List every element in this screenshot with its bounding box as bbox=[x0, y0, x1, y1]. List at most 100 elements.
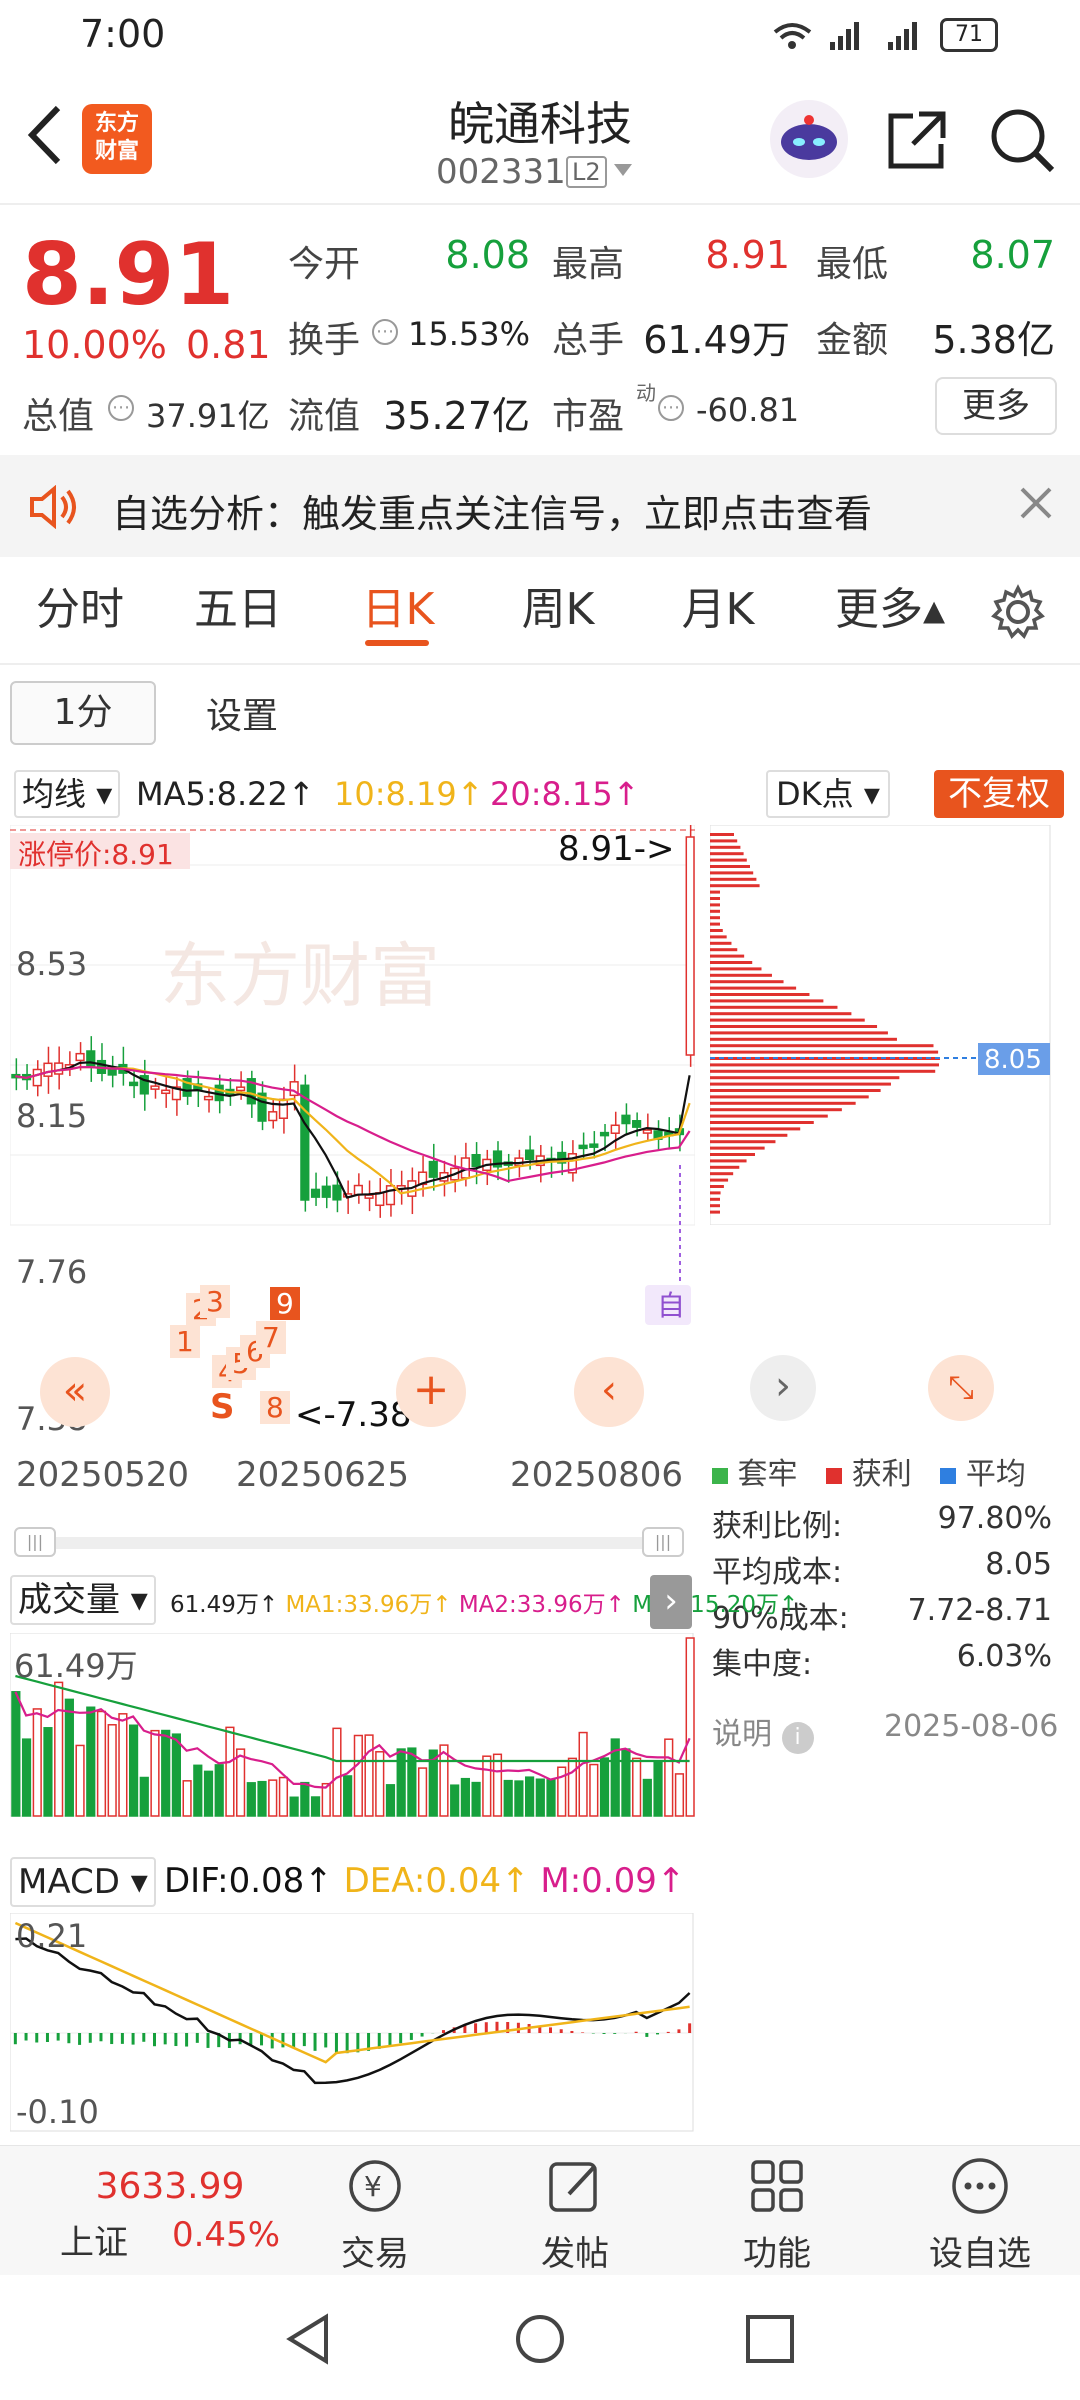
system-recents-icon[interactable] bbox=[744, 2313, 796, 2369]
volume-bar bbox=[364, 1734, 374, 1817]
legend-profit: 获利 bbox=[851, 1457, 912, 1492]
legend-swatch-average bbox=[940, 1468, 957, 1484]
settings-button[interactable]: 设置 bbox=[206, 687, 278, 739]
volume-bar bbox=[632, 1757, 642, 1817]
chip-row-value: 8.05 bbox=[985, 1547, 1052, 1582]
volume-bar bbox=[674, 1773, 685, 1817]
candle-body bbox=[268, 1111, 278, 1122]
pe-info-icon[interactable]: ⋯ bbox=[658, 395, 684, 421]
index-widget[interactable]: 3633.99 上证 0.45% bbox=[60, 2166, 280, 2264]
candle-body bbox=[107, 1068, 117, 1076]
legend-trapped: 套牢 bbox=[737, 1457, 798, 1492]
self-select-tag: 自 bbox=[657, 1289, 685, 1322]
crosshair-button[interactable]: + bbox=[396, 1357, 466, 1427]
info-icon[interactable]: ⋯ bbox=[108, 395, 134, 421]
high-label: 最高 bbox=[552, 244, 625, 285]
back-icon[interactable] bbox=[20, 100, 70, 170]
range-scrollbar[interactable] bbox=[14, 1537, 684, 1549]
level-badge[interactable]: L2 bbox=[566, 156, 607, 188]
expand-right-button[interactable]: › bbox=[650, 1575, 692, 1629]
volume-bar bbox=[353, 1734, 363, 1817]
volume-bar bbox=[653, 1760, 663, 1817]
more-button[interactable]: 更多 bbox=[935, 377, 1057, 435]
robot-assistant-icon[interactable] bbox=[770, 100, 848, 178]
chip-bar bbox=[710, 935, 727, 939]
candle-body bbox=[385, 1185, 396, 1206]
tab-monthly-k[interactable]: 月K bbox=[658, 560, 778, 660]
range-handle-left[interactable]: ||| bbox=[14, 1527, 56, 1557]
chip-bar bbox=[710, 1197, 720, 1201]
system-back-icon[interactable] bbox=[280, 2311, 336, 2371]
pe-value: -60.81 bbox=[696, 391, 800, 429]
chip-bar bbox=[710, 903, 720, 907]
dk-selector[interactable]: DK点 ▾ bbox=[766, 770, 890, 818]
volume-bar bbox=[171, 1733, 181, 1817]
macd-selector[interactable]: MACD ▾ bbox=[10, 1857, 156, 1907]
volume-bar bbox=[503, 1779, 513, 1817]
volume-bar bbox=[21, 1738, 32, 1817]
candle-body bbox=[632, 1120, 642, 1128]
gear-icon[interactable] bbox=[990, 584, 1046, 644]
macd-chart[interactable] bbox=[10, 1913, 695, 2133]
volume-bar bbox=[439, 1744, 449, 1817]
status-time: 7:00 bbox=[80, 12, 166, 56]
banner-text: 自选分析：触发重点关注信号，立即点击查看 bbox=[112, 492, 873, 536]
kline-chart[interactable]: 东方财富 自 bbox=[10, 825, 695, 1385]
expand-icon[interactable]: ⤡ bbox=[928, 1355, 994, 1421]
nav-functions[interactable]: 功能 bbox=[677, 2146, 877, 2276]
tab-weekly-k[interactable]: 周K bbox=[498, 560, 618, 660]
close-icon[interactable] bbox=[1018, 485, 1054, 525]
volume-bar bbox=[332, 1727, 342, 1817]
rewind-button[interactable]: « bbox=[40, 1357, 110, 1427]
volume-bar bbox=[225, 1726, 235, 1817]
chip-bar bbox=[710, 1050, 939, 1054]
edit-icon bbox=[475, 2146, 675, 2226]
chip-bar bbox=[710, 1204, 720, 1208]
volume-label: 总手 bbox=[552, 320, 625, 361]
volume-bar bbox=[642, 1778, 652, 1817]
minute-period-button[interactable]: 1分 bbox=[10, 681, 156, 745]
legend-average: 平均 bbox=[965, 1457, 1026, 1492]
chip-bar bbox=[710, 1172, 734, 1176]
candle-body bbox=[599, 1131, 610, 1137]
chip-note-label: 说明 bbox=[712, 1717, 772, 1752]
chip-row-value: 97.80% bbox=[937, 1501, 1052, 1536]
bottom-nav: 3633.99 上证 0.45% ¥ 交易 发帖 功能 设自选 bbox=[0, 2145, 1080, 2275]
more-circle-icon bbox=[880, 2146, 1080, 2226]
adjust-button[interactable]: 不复权 bbox=[934, 770, 1064, 818]
legend-swatch-profit bbox=[826, 1468, 843, 1484]
chip-next-button[interactable]: › bbox=[750, 1355, 816, 1421]
system-home-icon[interactable] bbox=[512, 2311, 568, 2371]
brand-logo[interactable]: 东方 财富 bbox=[82, 104, 152, 174]
logo-text-2: 财富 bbox=[94, 139, 139, 164]
volume-bar bbox=[578, 1731, 588, 1817]
candle-body bbox=[332, 1184, 342, 1201]
candle-body bbox=[685, 836, 695, 1056]
chip-bar bbox=[710, 948, 738, 952]
prev-button[interactable]: ‹ bbox=[574, 1357, 644, 1427]
chip-bar bbox=[710, 1159, 747, 1163]
share-icon[interactable] bbox=[885, 108, 949, 176]
signal-banner[interactable]: 自选分析：触发重点关注信号，立即点击查看 bbox=[0, 455, 1080, 557]
chip-row: 集中度: 6.03% bbox=[712, 1639, 1052, 1685]
ma-selector[interactable]: 均线 ▾ bbox=[14, 770, 121, 818]
turnover-info-icon[interactable]: ⋯ bbox=[372, 319, 398, 345]
tab-more[interactable]: 更多▴ bbox=[820, 560, 960, 660]
chip-note[interactable]: 说明 i bbox=[712, 1709, 814, 1754]
chip-legend: 套牢 获利 平均 bbox=[712, 1449, 1062, 1493]
chip-distribution-chart[interactable]: 8.05 bbox=[710, 825, 1055, 1225]
range-handle-right[interactable]: ||| bbox=[642, 1527, 684, 1557]
nav-trade-label: 交易 bbox=[341, 2234, 409, 2274]
tab-intraday[interactable]: 分时 bbox=[20, 560, 140, 660]
chip-bar bbox=[710, 1210, 720, 1214]
chip-bar bbox=[710, 1108, 842, 1112]
nav-add-watchlist[interactable]: 设自选 bbox=[880, 2146, 1080, 2276]
chip-bar bbox=[710, 871, 754, 875]
candle-body bbox=[128, 1081, 139, 1087]
nav-post[interactable]: 发帖 bbox=[475, 2146, 675, 2276]
tab-five-day[interactable]: 五日 bbox=[178, 560, 298, 660]
volume-selector[interactable]: 成交量 ▾ bbox=[10, 1575, 156, 1625]
dropdown-icon[interactable] bbox=[612, 160, 634, 184]
search-icon[interactable] bbox=[988, 106, 1056, 178]
nav-trade[interactable]: ¥ 交易 bbox=[275, 2146, 475, 2276]
